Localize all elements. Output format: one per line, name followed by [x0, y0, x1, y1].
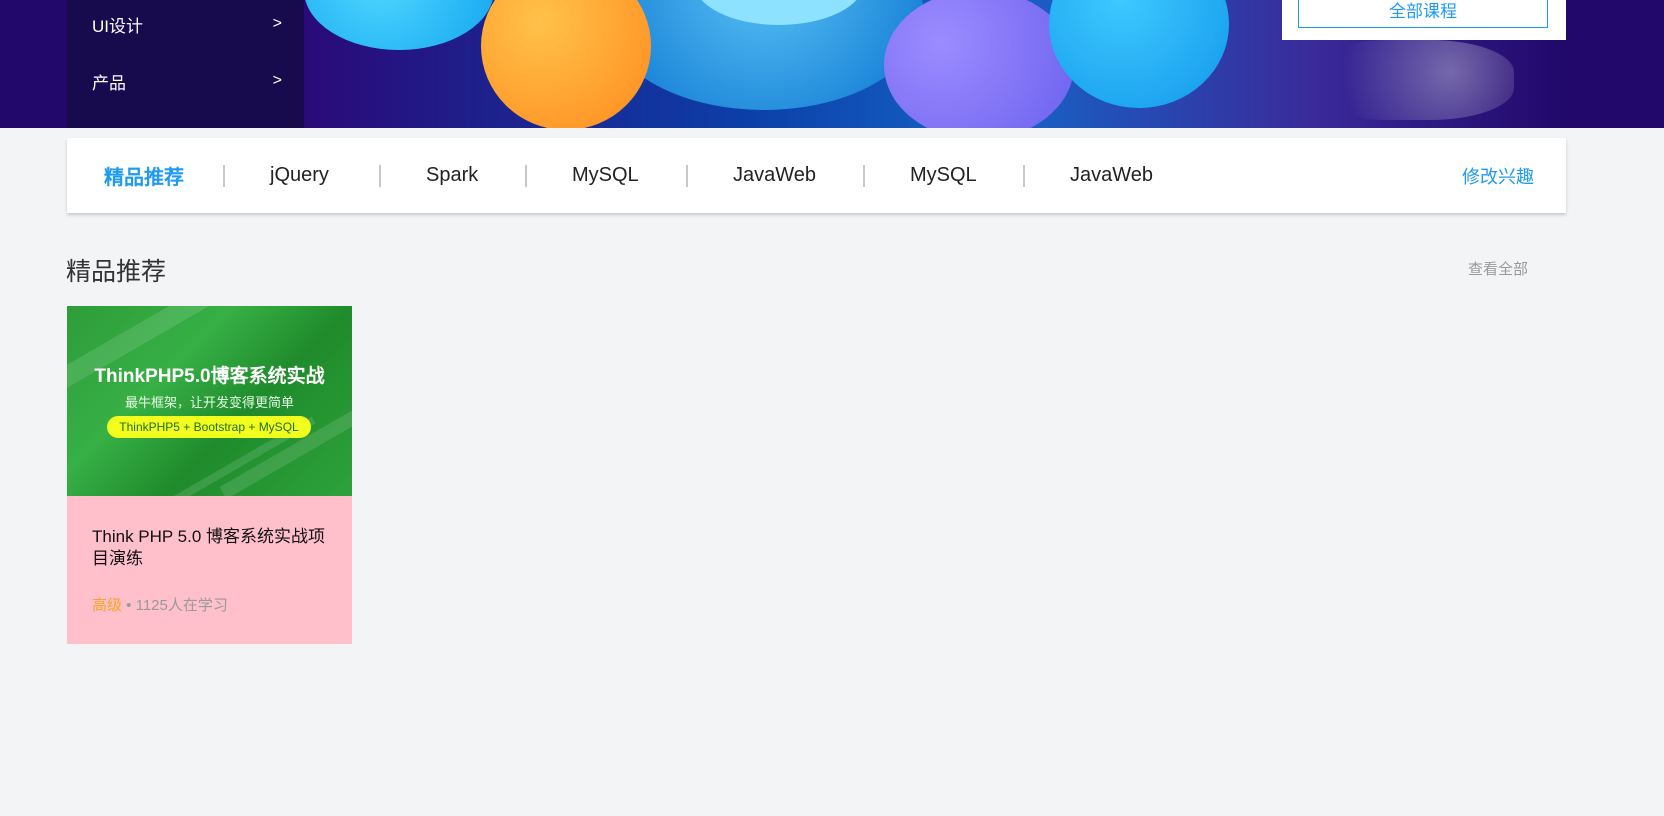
tab-spark[interactable]: Spark [426, 138, 478, 213]
chevron-right-icon: > [272, 72, 282, 89]
edit-interest-link[interactable]: 修改兴趣 [1462, 138, 1534, 213]
banner-bubble [884, 0, 1074, 128]
tab-divider [863, 165, 865, 187]
section-title: 精品推荐 [66, 258, 167, 286]
tab-divider [223, 165, 225, 187]
tab-divider [379, 165, 381, 187]
view-all-link[interactable]: 查看全部 [1468, 258, 1528, 279]
top-banner: UI设计 > 产品 > 全部课程 [0, 0, 1664, 128]
user-panel: 全部课程 [1282, 0, 1566, 40]
interest-tabs: 精品推荐 jQuery Spark MySQL JavaWeb MySQL Ja… [67, 138, 1566, 213]
all-courses-button[interactable]: 全部课程 [1298, 0, 1548, 28]
tab-divider [1023, 165, 1025, 187]
cover-tech-pill: ThinkPHP5 + Bootstrap + MySQL [107, 416, 311, 438]
tab-mysql[interactable]: MySQL [572, 138, 639, 213]
tab-divider [525, 165, 527, 187]
course-meta: 高级 • 1125人在学习 [92, 594, 228, 615]
cover-title: ThinkPHP5.0博客系统实战 [94, 366, 325, 387]
course-learners: 1125人在学习 [135, 597, 228, 614]
category-menu: UI设计 > 产品 > [67, 0, 304, 128]
tab-mysql-2[interactable]: MySQL [910, 138, 977, 213]
banner-glow [1304, 40, 1514, 120]
tab-recommended[interactable]: 精品推荐 [104, 138, 184, 213]
chevron-right-icon: > [272, 15, 282, 32]
meta-separator: • [122, 597, 136, 614]
tab-divider [686, 165, 688, 187]
tab-jquery[interactable]: jQuery [270, 138, 329, 213]
banner-bubble [481, 0, 651, 128]
menu-item-label: 产品 [92, 73, 126, 93]
menu-item-ui-design[interactable]: UI设计 > [92, 9, 282, 39]
tab-javaweb-2[interactable]: JavaWeb [1070, 138, 1153, 213]
banner-bubble [304, 0, 494, 50]
menu-item-product[interactable]: 产品 > [92, 66, 282, 96]
banner-bubble [1049, 0, 1229, 108]
tab-javaweb[interactable]: JavaWeb [733, 138, 816, 213]
course-title: Think PHP 5.0 博客系统实战项目演练 [92, 527, 326, 568]
course-level: 高级 [92, 597, 123, 614]
menu-item-label: UI设计 [92, 16, 143, 36]
course-card[interactable]: ThinkPHP5.0博客系统实战 最牛框架，让开发变得更简单 ThinkPHP… [67, 306, 352, 644]
cover-subtitle: 最牛框架，让开发变得更简单 [124, 395, 294, 410]
course-cover-image: ThinkPHP5.0博客系统实战 最牛框架，让开发变得更简单 ThinkPHP… [67, 306, 352, 496]
